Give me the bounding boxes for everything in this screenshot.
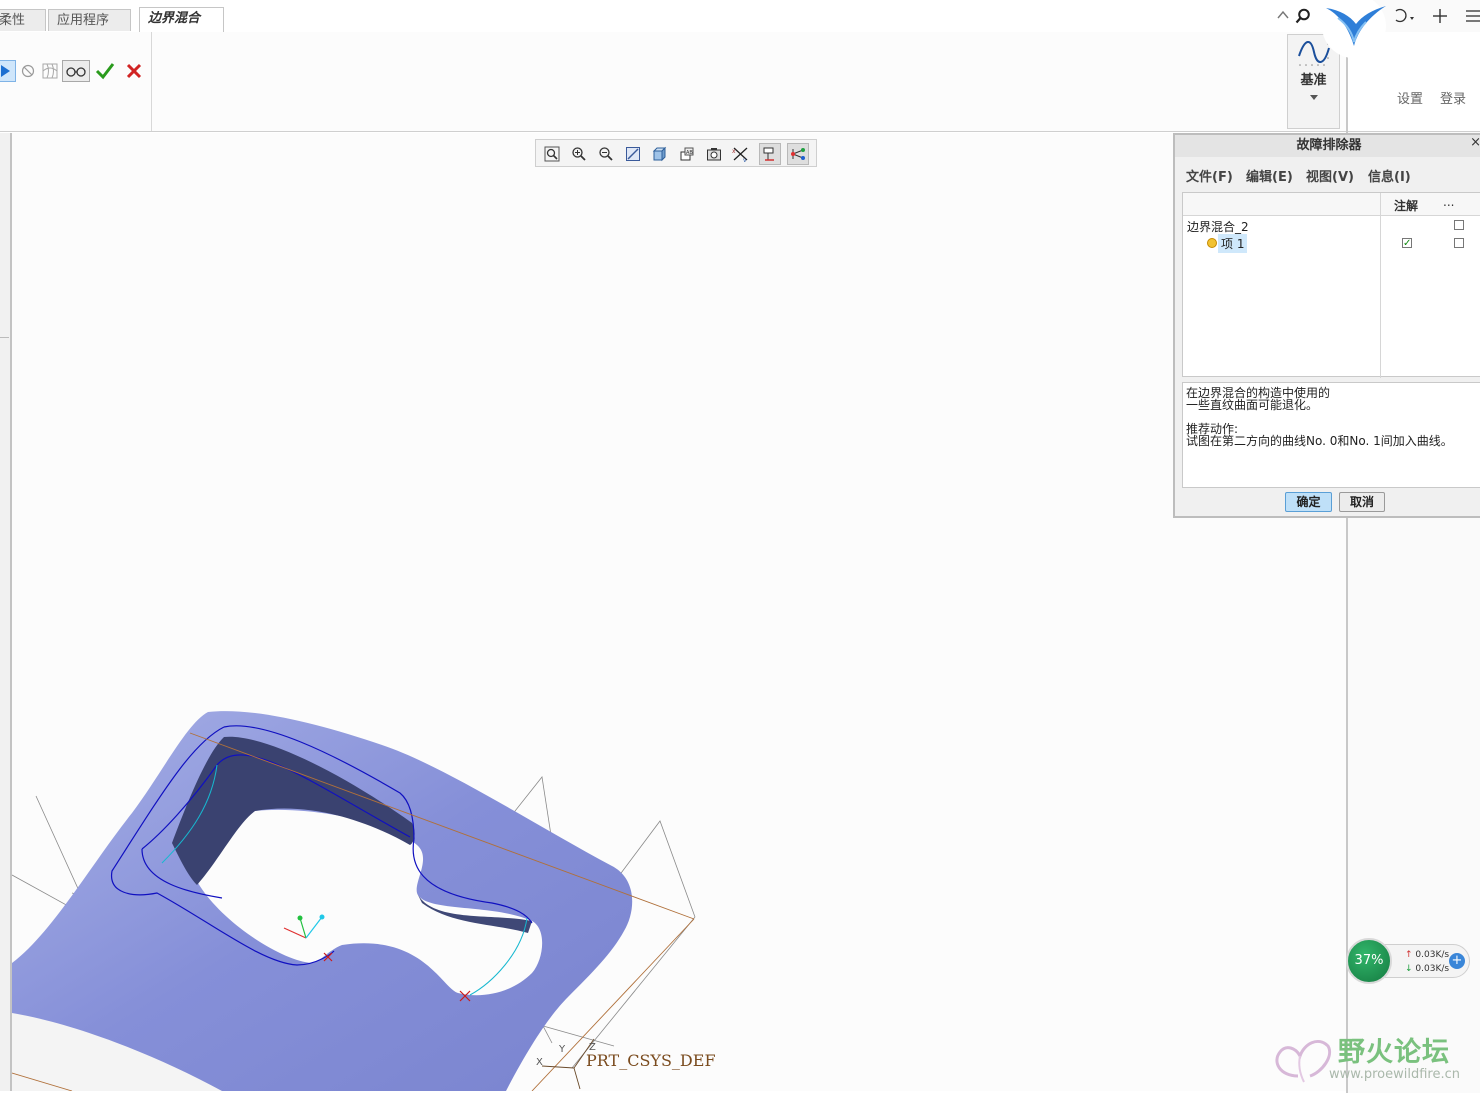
message-line: 一些直纹曲面可能退化。 [1186, 398, 1319, 412]
ribbon-divider [151, 32, 152, 131]
model-tree-collapsed-strip[interactable] [0, 133, 12, 1091]
repaint-icon [626, 147, 640, 161]
confirm-check-icon [95, 63, 115, 80]
csys-label: PRT_CSYS_DEF [586, 1051, 716, 1070]
tree-row[interactable]: 项 1 ✓ [1183, 234, 1480, 253]
preview-mesh-button[interactable] [39, 60, 61, 82]
cancel-dialog-button[interactable]: 取消 [1339, 492, 1385, 512]
glasses-preview-button[interactable] [62, 60, 90, 82]
model-tree-toggle[interactable] [0, 313, 9, 338]
message-line: 试图在第二方向的曲线No. 0和No. 1间加入曲线。 [1186, 434, 1453, 448]
other-checkbox[interactable] [1454, 238, 1464, 248]
annotation-display-button[interactable] [759, 143, 781, 165]
tree-row[interactable]: 边界混合_2 [1183, 216, 1480, 234]
note-checkbox[interactable]: ✓ [1402, 238, 1412, 249]
message-area: 在边界混合的构造中使用的 一些直纹曲面可能退化。 推荐动作: 试图在第二方向的曲… [1182, 382, 1480, 488]
item-status-icon [1207, 238, 1217, 248]
add-icon[interactable] [1432, 8, 1448, 24]
pause-button[interactable] [17, 60, 39, 82]
memory-usage-gauge: 37% [1346, 938, 1392, 984]
cancel-x-icon [126, 63, 142, 79]
forum-logo-icon [1275, 1040, 1331, 1083]
saved-views-button[interactable]: AB [676, 143, 698, 165]
upload-speed: ↑ 0.03K/s [1405, 950, 1450, 960]
cancel-button[interactable] [123, 60, 145, 82]
watermark-url: www.proewildfire.cn [1329, 1067, 1460, 1082]
graphics-window[interactable]: X Y Z PRT_CSYS_DEF [12, 133, 1346, 1091]
watermark-text: 野火论坛 [1338, 1037, 1450, 1068]
play-button[interactable] [0, 60, 16, 82]
spin-center-button[interactable] [787, 143, 809, 165]
datum-display-button[interactable]: xy [730, 143, 752, 165]
saved-views-icon: AB [680, 147, 694, 161]
csys-axis-y: Y [559, 1044, 566, 1055]
svg-text:x: x [732, 148, 736, 155]
datum-label: 基准 [1300, 73, 1327, 88]
arrow-up-icon: ↑ [1405, 950, 1413, 960]
preview-mesh-icon [42, 63, 58, 79]
network-monitor-widget[interactable]: ↑ 0.03K/s ↓ 0.03K/s + 37% [1346, 938, 1470, 984]
model-view [12, 711, 696, 1091]
tree-item-label: 边界混合_2 [1187, 220, 1249, 234]
tree-header: 注解 ... [1183, 193, 1480, 216]
svg-text:y: y [743, 157, 747, 162]
tree-item-label: 项 1 [1218, 234, 1248, 253]
troubleshooter-dialog: 故障排除器 × 文件(F) 编辑(E) 视图(V) 信息(I) 注解 ... 边… [1173, 133, 1480, 518]
arrow-down-icon: ↓ [1405, 964, 1413, 974]
zoom-in-button[interactable] [568, 143, 590, 165]
annotation-display-icon [763, 147, 774, 161]
issue-tree: 注解 ... 边界混合_2 项 1 ✓ [1182, 192, 1480, 378]
menu-view[interactable]: 视图(V) [1306, 166, 1354, 185]
display-style-button[interactable] [649, 143, 671, 165]
view-manager-button[interactable] [703, 143, 725, 165]
menu-edit[interactable]: 编辑(E) [1246, 166, 1293, 185]
play-icon [1, 65, 10, 77]
dialog-menubar: 文件(F) 编辑(E) 视图(V) 信息(I) [1175, 161, 1480, 185]
refit-icon [544, 146, 560, 162]
search-icon[interactable] [1295, 8, 1311, 24]
settings-link[interactable]: 设置 [1397, 88, 1423, 107]
column-note: 注解 [1394, 199, 1419, 213]
collapse-up-icon[interactable] [1277, 10, 1289, 20]
zoom-out-button[interactable] [595, 143, 617, 165]
pause-icon [21, 64, 35, 78]
menu-file[interactable]: 文件(F) [1186, 166, 1233, 185]
csys-axis-x: X [536, 1057, 543, 1068]
dialog-title: 故障排除器 [1175, 135, 1480, 157]
spin-center-icon [791, 148, 805, 160]
zoom-in-icon [572, 147, 586, 161]
tab-boundary-blend[interactable]: 边界混合 [139, 7, 224, 32]
display-style-icon [652, 146, 667, 162]
ribbon-tab-bar: 柔性建模 应用程序 边界混合 [0, 0, 1346, 50]
refit-button[interactable] [541, 143, 563, 165]
glasses-preview-icon [66, 67, 86, 77]
close-icon[interactable]: × [1470, 135, 1480, 150]
tab-flexible-modeling[interactable]: 柔性建模 [0, 9, 46, 50]
boost-plus-icon[interactable]: + [1449, 953, 1465, 969]
other-checkbox[interactable] [1454, 220, 1464, 230]
ok-button[interactable]: 确定 [1285, 492, 1332, 512]
confirm-button[interactable] [94, 60, 116, 82]
column-more: ... [1443, 195, 1455, 209]
download-speed: ↓ 0.03K/s [1405, 964, 1450, 974]
datum-display-icon: xy [732, 147, 748, 162]
view-toolbar: AB xy [535, 139, 817, 167]
login-link[interactable]: 登录 [1440, 88, 1466, 107]
zoom-out-icon [599, 147, 613, 161]
menu-icon[interactable] [1466, 9, 1480, 23]
svg-text:AB: AB [686, 150, 693, 156]
ribbon-panel: 基准 [0, 32, 1346, 132]
repaint-button[interactable] [622, 143, 644, 165]
menu-info[interactable]: 信息(I) [1368, 166, 1411, 185]
view-manager-icon [707, 148, 721, 161]
undo-icon[interactable] [1392, 7, 1416, 25]
tab-applications[interactable]: 应用程序 [48, 9, 131, 31]
chevron-down-icon [1310, 95, 1318, 100]
bird-logo-icon [1322, 0, 1386, 58]
